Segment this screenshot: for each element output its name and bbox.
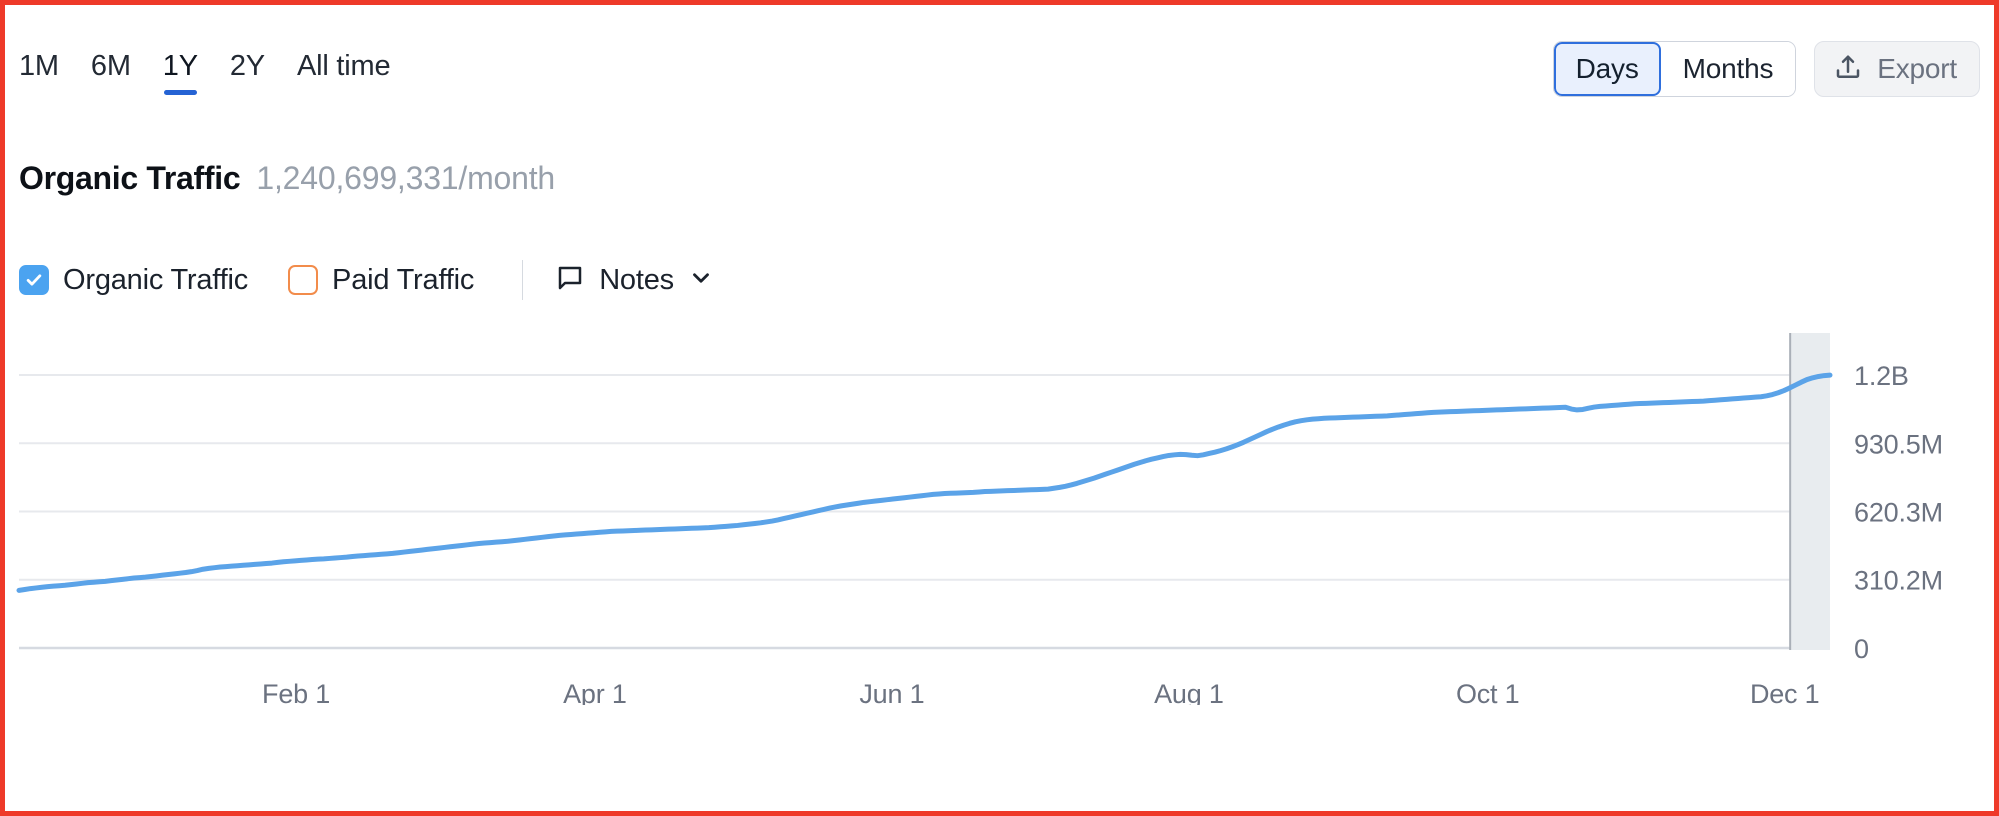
x-axis-tick-label: Apr 1 bbox=[563, 679, 627, 705]
organic-traffic-checkbox[interactable] bbox=[19, 265, 49, 295]
export-button[interactable]: Export bbox=[1814, 41, 1980, 97]
traffic-chart-svg[interactable]: 0 310.2M 620.3M 930.5M 1.2B Feb 1 Apr 1 Jun 1 A… bbox=[5, 325, 1994, 705]
range-tab-6m[interactable]: 6M bbox=[91, 49, 131, 95]
chart-toolbar: 1M 6M 1Y 2Y All time Days Months Export bbox=[5, 5, 1994, 115]
legend-item-paid-traffic[interactable]: Paid Traffic bbox=[288, 264, 474, 297]
y-axis-tick-label: 310.2M bbox=[1854, 566, 1943, 596]
y-axis-labels: 0 310.2M 620.3M 930.5M 1.2B bbox=[1854, 361, 1943, 664]
granularity-toggle: Days Months bbox=[1552, 41, 1797, 97]
legend-label-paid-traffic: Paid Traffic bbox=[332, 263, 475, 296]
legend-divider bbox=[522, 260, 524, 300]
chevron-down-icon bbox=[688, 265, 714, 296]
traffic-chart: 0 310.2M 620.3M 930.5M 1.2B Feb 1 Apr 1 Jun 1 A… bbox=[5, 325, 1994, 705]
legend-item-organic-traffic[interactable]: Organic Traffic bbox=[19, 264, 248, 297]
range-tab-all-time[interactable]: All time bbox=[297, 49, 391, 95]
granularity-months-button[interactable]: Months bbox=[1660, 42, 1796, 96]
y-axis-tick-label: 0 bbox=[1854, 634, 1869, 664]
notes-dropdown[interactable]: Notes bbox=[555, 263, 714, 298]
organic-traffic-line bbox=[16, 372, 1833, 593]
export-label: Export bbox=[1877, 53, 1957, 84]
notes-label: Notes bbox=[599, 263, 674, 296]
range-tab-1y[interactable]: 1Y bbox=[163, 49, 198, 95]
range-tab-1m[interactable]: 1M bbox=[19, 49, 59, 95]
range-tab-2y[interactable]: 2Y bbox=[230, 49, 265, 95]
x-axis-tick-label: Dec 1 bbox=[1750, 679, 1820, 705]
legend-label-organic-traffic: Organic Traffic bbox=[63, 263, 249, 296]
chart-legend: Organic Traffic Paid Traffic Notes bbox=[19, 260, 714, 300]
chart-gridlines bbox=[19, 374, 1830, 650]
paid-traffic-checkbox[interactable] bbox=[288, 265, 319, 295]
x-axis-tick-label: Jun 1 bbox=[859, 679, 924, 705]
y-axis-tick-label: 930.5M bbox=[1854, 429, 1943, 459]
note-bubble-icon bbox=[555, 263, 585, 298]
metric-value: 1,240,699,331/month bbox=[256, 160, 556, 196]
toolbar-actions: Days Months Export bbox=[1552, 41, 1980, 97]
page-title: Organic Traffic bbox=[19, 160, 241, 196]
metric-header: Organic Traffic 1,240,699,331/month bbox=[19, 160, 555, 197]
granularity-days-button[interactable]: Days bbox=[1553, 42, 1661, 96]
x-axis-tick-label: Oct 1 bbox=[1456, 679, 1520, 705]
x-axis-labels: Feb 1 Apr 1 Jun 1 Aug 1 Oct 1 Dec 1 bbox=[262, 679, 1820, 705]
x-axis-tick-label: Feb 1 bbox=[262, 679, 330, 705]
traffic-analytics-panel: 1M 6M 1Y 2Y All time Days Months Export bbox=[0, 0, 1999, 816]
upload-icon bbox=[1833, 53, 1863, 86]
y-axis-tick-label: 1.2B bbox=[1854, 361, 1909, 391]
time-range-tabs: 1M 6M 1Y 2Y All time bbox=[19, 49, 391, 95]
y-axis-tick-label: 620.3M bbox=[1854, 498, 1943, 528]
x-axis-tick-label: Aug 1 bbox=[1154, 679, 1224, 705]
